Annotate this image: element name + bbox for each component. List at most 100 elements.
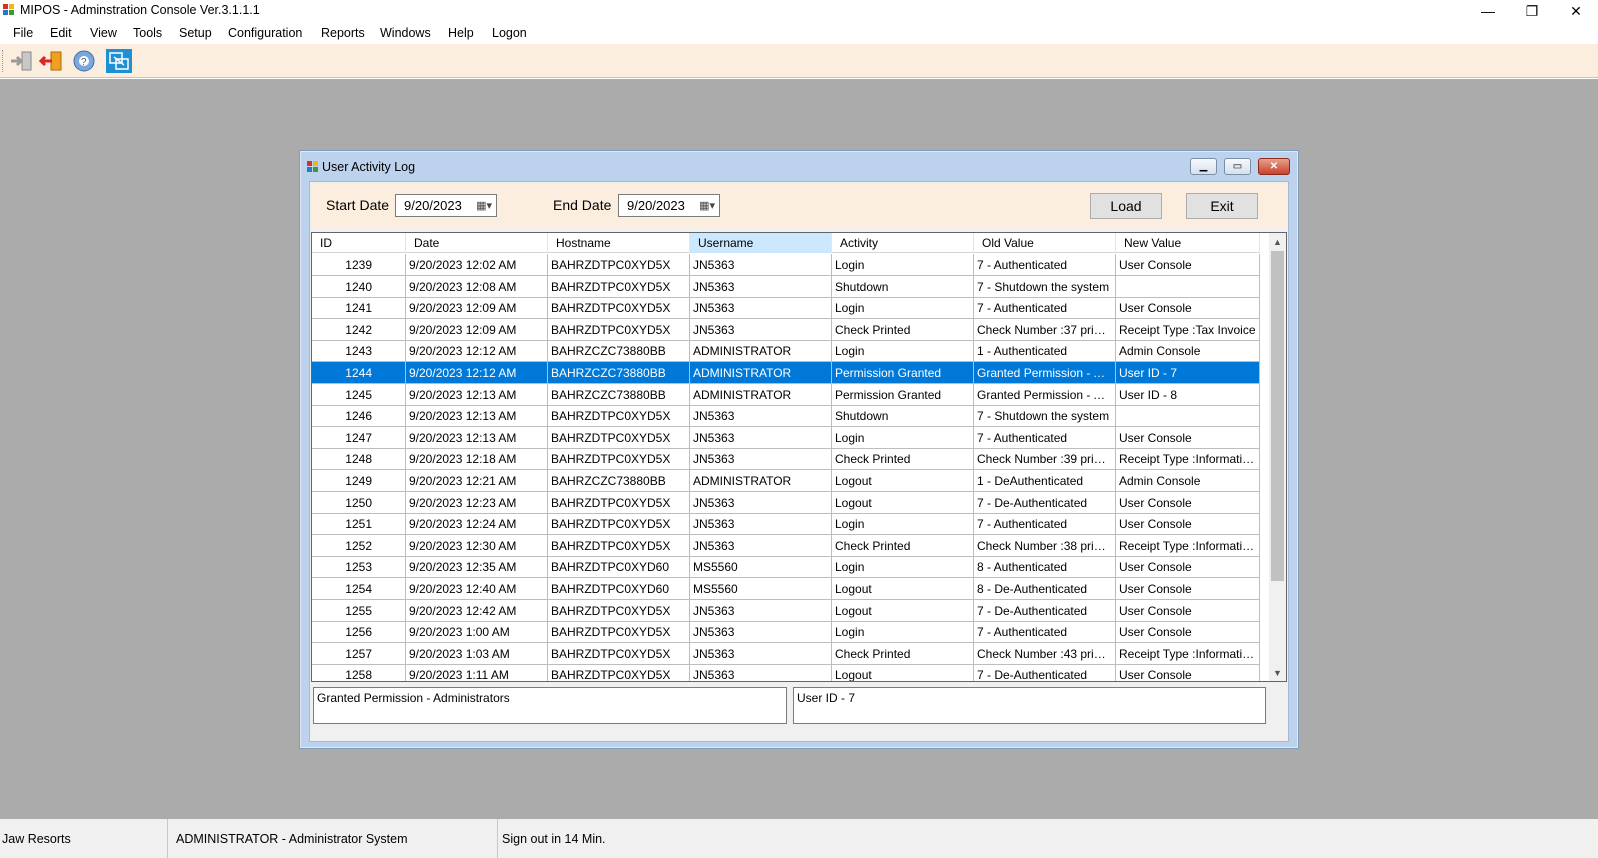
cell-old-value[interactable]: Check Number :38 printed ... [974, 534, 1116, 557]
cell-date[interactable]: 9/20/2023 12:42 AM [406, 599, 548, 622]
cell-activity[interactable]: Shutdown [832, 275, 974, 298]
cell-old-value[interactable]: Check Number :39 printed ... [974, 448, 1116, 471]
dialog-close-button[interactable]: ✕ [1258, 158, 1290, 175]
cell-new-value[interactable]: User Console [1116, 491, 1260, 514]
column-header-id[interactable]: ID [312, 233, 406, 253]
cell-date[interactable]: 9/20/2023 12:09 AM [406, 318, 548, 341]
minimize-button[interactable]: — [1466, 0, 1510, 22]
cell-date[interactable]: 9/20/2023 12:09 AM [406, 297, 548, 320]
cell-date[interactable]: 9/20/2023 12:18 AM [406, 448, 548, 471]
cell-hostname[interactable]: BAHRZDTPC0XYD5X [548, 534, 690, 557]
login-icon[interactable] [8, 49, 34, 73]
cell-hostname[interactable]: BAHRZCZC73880BB [548, 470, 690, 492]
calendar-dropdown-icon[interactable]: ▦▾ [699, 199, 715, 212]
cell-hostname[interactable]: BAHRZCZC73880BB [548, 362, 690, 384]
cell-old-value[interactable]: Check Number :43 printed ... [974, 642, 1116, 665]
cell-id[interactable]: 1250 [312, 491, 406, 514]
cell-hostname[interactable]: BAHRZDTPC0XYD5X [548, 426, 690, 449]
cell-hostname[interactable]: BAHRZDTPC0XYD5X [548, 642, 690, 665]
exit-button[interactable]: Exit [1186, 193, 1258, 219]
cell-id[interactable]: 1258 [312, 664, 406, 681]
cell-date[interactable]: 9/20/2023 12:35 AM [406, 556, 548, 579]
cell-activity[interactable]: Logout [832, 664, 974, 681]
cell-new-value[interactable]: User Console [1116, 664, 1260, 681]
table-row[interactable]: 1242 9/20/2023 12:09 AM BAHRZDTPC0XYD5X JN5… [312, 318, 1260, 341]
cell-activity[interactable]: Check Printed [832, 642, 974, 665]
cell-id[interactable]: 1251 [312, 513, 406, 536]
cell-new-value[interactable]: User Console [1116, 513, 1260, 536]
table-row[interactable]: 1244 9/20/2023 12:12 AM BAHRZCZC73880BB ADM… [312, 362, 1260, 384]
cell-hostname[interactable]: BAHRZCZC73880BB [548, 383, 690, 406]
cell-date[interactable]: 9/20/2023 12:13 AM [406, 383, 548, 406]
cell-username[interactable]: JN5363 [690, 426, 832, 449]
cell-new-value[interactable]: Receipt Type :Information ... [1116, 642, 1260, 665]
table-row[interactable]: 1255 9/20/2023 12:42 AM BAHRZDTPC0XYD5X JN5… [312, 599, 1260, 622]
cell-hostname[interactable]: BAHRZDTPC0XYD5X [548, 448, 690, 471]
cell-date[interactable]: 9/20/2023 1:11 AM [406, 664, 548, 681]
cell-activity[interactable]: Permission Granted [832, 383, 974, 406]
column-header-old-value[interactable]: Old Value [974, 233, 1116, 253]
cell-id[interactable]: 1242 [312, 318, 406, 341]
cell-hostname[interactable]: BAHRZDTPC0XYD5X [548, 297, 690, 320]
close-button[interactable]: ✕ [1554, 0, 1598, 22]
load-button[interactable]: Load [1090, 193, 1162, 219]
window-switch-icon[interactable] [106, 49, 132, 73]
cell-date[interactable]: 9/20/2023 12:24 AM [406, 513, 548, 536]
cell-old-value[interactable]: 7 - De-Authenticated [974, 599, 1116, 622]
cell-username[interactable]: JN5363 [690, 448, 832, 471]
cell-new-value[interactable]: User ID - 7 [1116, 362, 1260, 384]
cell-new-value[interactable]: User Console [1116, 621, 1260, 644]
column-header-username[interactable]: Username [690, 233, 832, 253]
cell-new-value[interactable]: User ID - 8 [1116, 383, 1260, 406]
cell-old-value[interactable]: Check Number :37 printed ... [974, 318, 1116, 341]
help-icon[interactable]: ? [71, 49, 97, 73]
activity-log-grid[interactable]: ID Date Hostname Username Activity Old Value N… [311, 232, 1287, 682]
dialog-minimize-button[interactable]: ▁ [1190, 158, 1217, 175]
cell-username[interactable]: ADMINISTRATOR [690, 362, 832, 384]
cell-old-value[interactable]: 1 - Authenticated [974, 340, 1116, 363]
scroll-down-icon[interactable]: ▼ [1269, 664, 1286, 681]
cell-username[interactable]: JN5363 [690, 318, 832, 341]
cell-old-value[interactable]: 7 - Authenticated [974, 621, 1116, 644]
table-row[interactable]: 1254 9/20/2023 12:40 AM BAHRZDTPC0XYD60 MS5… [312, 578, 1260, 600]
cell-username[interactable]: JN5363 [690, 254, 832, 276]
table-row[interactable]: 1247 9/20/2023 12:13 AM BAHRZDTPC0XYD5X JN5… [312, 426, 1260, 449]
table-row[interactable]: 1241 9/20/2023 12:09 AM BAHRZDTPC0XYD5X JN5… [312, 297, 1260, 320]
toolbar-grip[interactable] [2, 50, 5, 72]
cell-id[interactable]: 1256 [312, 621, 406, 644]
cell-id[interactable]: 1257 [312, 642, 406, 665]
cell-old-value[interactable]: 8 - De-Authenticated [974, 578, 1116, 600]
cell-username[interactable]: JN5363 [690, 621, 832, 644]
cell-username[interactable]: JN5363 [690, 491, 832, 514]
cell-hostname[interactable]: BAHRZDTPC0XYD5X [548, 664, 690, 681]
cell-username[interactable]: JN5363 [690, 664, 832, 681]
menu-view[interactable]: View [90, 26, 117, 40]
column-header-date[interactable]: Date [406, 233, 548, 253]
cell-hostname[interactable]: BAHRZDTPC0XYD60 [548, 556, 690, 579]
cell-username[interactable]: MS5560 [690, 578, 832, 600]
table-row[interactable]: 1246 9/20/2023 12:13 AM BAHRZDTPC0XYD5X JN5… [312, 405, 1260, 428]
start-date-picker[interactable]: 9/20/2023 ▦▾ [395, 194, 497, 217]
cell-old-value[interactable]: 7 - De-Authenticated [974, 491, 1116, 514]
cell-id[interactable]: 1240 [312, 275, 406, 298]
cell-activity[interactable]: Shutdown [832, 405, 974, 428]
cell-new-value[interactable]: Admin Console [1116, 470, 1260, 492]
cell-hostname[interactable]: BAHRZDTPC0XYD5X [548, 275, 690, 298]
cell-username[interactable]: JN5363 [690, 534, 832, 557]
dialog-maximize-button[interactable]: ▭ [1224, 158, 1251, 175]
menu-windows[interactable]: Windows [380, 26, 431, 40]
cell-old-value[interactable]: 7 - Authenticated [974, 254, 1116, 276]
cell-new-value[interactable]: Receipt Type :Information ... [1116, 534, 1260, 557]
cell-old-value[interactable]: 7 - De-Authenticated [974, 664, 1116, 681]
table-row[interactable]: 1252 9/20/2023 12:30 AM BAHRZDTPC0XYD5X JN5… [312, 534, 1260, 557]
scroll-up-icon[interactable]: ▲ [1269, 233, 1286, 250]
logout-icon[interactable] [38, 49, 64, 73]
table-row[interactable]: 1248 9/20/2023 12:18 AM BAHRZDTPC0XYD5X JN5… [312, 448, 1260, 471]
new-value-detail[interactable]: User ID - 7 [793, 687, 1266, 724]
cell-new-value[interactable]: Receipt Type :Tax Invoice [1116, 318, 1260, 341]
cell-date[interactable]: 9/20/2023 12:30 AM [406, 534, 548, 557]
table-row[interactable]: 1249 9/20/2023 12:21 AM BAHRZCZC73880BB ADM… [312, 470, 1260, 492]
scroll-thumb[interactable] [1271, 251, 1284, 581]
cell-id[interactable]: 1246 [312, 405, 406, 428]
cell-old-value[interactable]: Granted Permission - Admi... [974, 362, 1116, 384]
